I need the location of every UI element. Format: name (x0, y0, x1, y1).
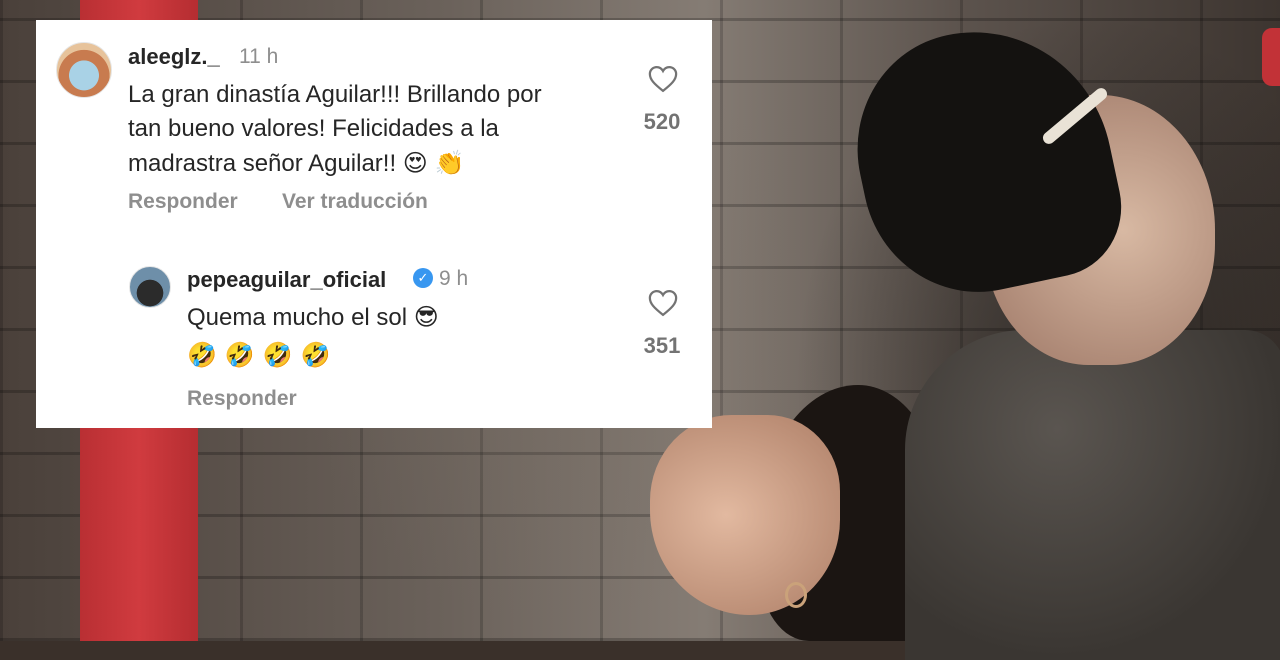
verified-badge-icon: ✓ (413, 268, 433, 288)
comment-card: aleeglz._ 11 h La gran dinastía Aguilar!… (36, 20, 712, 428)
avatar[interactable] (129, 266, 171, 308)
comment-text: La gran dinastía Aguilar!!! Brillando po… (128, 78, 648, 181)
clapping-hands-emoji: 👏 (434, 149, 465, 177)
comment-username[interactable]: aleeglz._ (128, 44, 220, 70)
reply-button[interactable]: Responder (128, 190, 238, 214)
reply-text: Quema mucho el sol 😎 (187, 300, 439, 335)
sunglasses-emoji: 😎 (413, 303, 439, 331)
reply-emoji-row: 🤣 🤣 🤣 🤣 (187, 338, 339, 373)
reply-text-content: Quema mucho el sol (187, 304, 408, 331)
reply-username[interactable]: pepeaguilar_oficial (187, 267, 386, 293)
reply-button[interactable]: Responder (187, 387, 297, 411)
earring (785, 582, 807, 608)
avatar[interactable] (56, 42, 112, 98)
comment-line: La gran dinastía Aguilar!!! Brillando po… (128, 81, 542, 108)
comment-line: tan bueno valores! Felicidades a la (128, 115, 499, 142)
comment-line-text: madrastra señor Aguilar!! (128, 150, 397, 177)
rofl-emoji: 🤣 (300, 341, 331, 369)
reply-time: 9 h (439, 267, 469, 290)
see-translation-button[interactable]: Ver traducción (282, 190, 428, 214)
heart-eyes-emoji: 😍 (402, 149, 428, 177)
rofl-emoji: 🤣 (187, 341, 217, 369)
rofl-emoji: 🤣 (262, 341, 293, 369)
like-count: 520 (643, 109, 681, 134)
rofl-emoji: 🤣 (224, 341, 255, 369)
heart-outline-icon[interactable] (648, 65, 678, 93)
comment-time: 11 h (239, 45, 279, 68)
heart-outline-icon[interactable] (648, 289, 678, 317)
comment-line: madrastra señor Aguilar!! 😍 👏 (128, 146, 648, 181)
red-corner-decoration (1262, 28, 1280, 86)
man-jacket (905, 330, 1280, 660)
like-count: 351 (643, 333, 681, 358)
